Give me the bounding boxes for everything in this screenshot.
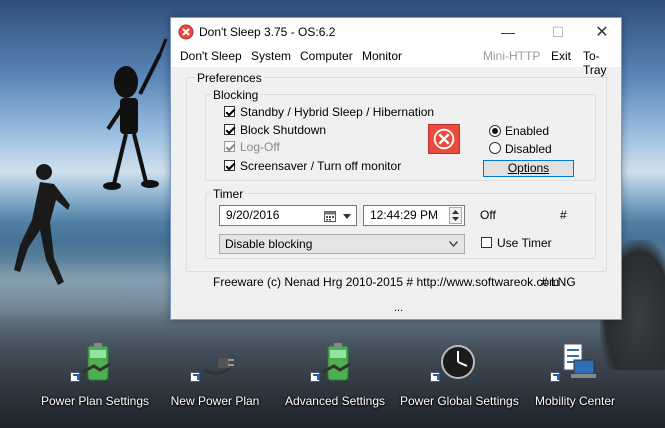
language-link[interactable]: # LNG xyxy=(541,275,576,289)
timer-hash: # xyxy=(560,208,567,222)
power-plug-icon xyxy=(203,358,234,375)
minimize-button[interactable]: — xyxy=(485,18,531,47)
battery-plug-icon xyxy=(81,343,111,381)
shortcut-arrow-icon xyxy=(190,372,200,382)
checkbox-screensaver[interactable]: Screensaver / Turn off monitor xyxy=(224,159,444,175)
maximize-button[interactable]: ☐ xyxy=(535,18,581,47)
runner-silhouette xyxy=(14,164,70,285)
menu-dont-sleep[interactable]: Don't Sleep xyxy=(180,49,242,63)
date-picker[interactable]: 9/20/2016 xyxy=(219,205,357,226)
checkbox-use-timer[interactable]: Use Timer xyxy=(481,236,571,252)
title-bar[interactable]: Don't Sleep 3.75 - OS:6.2 — ☐ ✕ xyxy=(171,18,621,47)
shortcut-arrow-icon xyxy=(430,372,440,382)
stick-figure-illustration xyxy=(103,38,168,190)
menu-mini-http[interactable]: Mini-HTTP xyxy=(483,49,540,63)
timer-action-select[interactable]: Disable blocking xyxy=(219,234,465,254)
time-input[interactable]: 12:44:29 PM xyxy=(363,205,465,226)
dont-sleep-window: Don't Sleep 3.75 - OS:6.2 — ☐ ✕ Don't Sl… xyxy=(170,17,622,320)
disabled-label: Disabled xyxy=(505,142,552,156)
stop-blocking-icon[interactable] xyxy=(428,124,460,154)
menu-bar: Don't Sleep System Computer Monitor Mini… xyxy=(171,47,621,77)
preferences-label: Preferences xyxy=(195,71,264,85)
spin-up-icon[interactable] xyxy=(452,210,459,214)
desktop-icon-label: New Power Plan xyxy=(170,394,260,408)
enabled-label: Enabled xyxy=(505,124,550,138)
blocking-label: Blocking xyxy=(211,88,261,102)
menu-exit[interactable]: Exit xyxy=(551,49,571,63)
desktop-icon-label: Advanced Settings xyxy=(284,394,386,408)
chevron-down-icon[interactable] xyxy=(343,214,351,219)
menu-monitor[interactable]: Monitor xyxy=(362,49,402,63)
disabled-radio[interactable] xyxy=(489,142,501,154)
timer-status: Off xyxy=(480,208,496,222)
standby-label: Standby / Hybrid Sleep / Hibernation xyxy=(240,105,435,119)
footer-credit: Freeware (c) Nenad Hrg 2010-2015 # http:… xyxy=(213,275,560,289)
shortcut-arrow-icon xyxy=(310,372,320,382)
app-stop-icon xyxy=(178,24,194,40)
shortcut-arrow-icon xyxy=(550,372,560,382)
battery-plug-icon xyxy=(321,343,351,381)
log-off-checkbox[interactable] xyxy=(224,141,235,152)
checkbox-standby[interactable]: Standby / Hybrid Sleep / Hibernation xyxy=(224,105,444,121)
resize-grip[interactable]: ... xyxy=(394,302,403,314)
desktop-icon-label: Power Plan Settings xyxy=(40,394,150,408)
use-timer-label: Use Timer xyxy=(497,236,552,250)
calendar-icon[interactable] xyxy=(324,210,336,222)
options-button[interactable]: Options xyxy=(483,160,574,177)
shortcut-arrow-icon xyxy=(70,372,80,382)
menu-to-tray[interactable]: To-Tray xyxy=(583,49,621,77)
log-off-label: Log-Off xyxy=(240,140,280,154)
options-button-label: Options xyxy=(507,161,550,175)
close-button[interactable]: ✕ xyxy=(579,18,625,47)
window-title: Don't Sleep 3.75 - OS:6.2 xyxy=(199,25,336,39)
timer-action-value: Disable blocking xyxy=(225,237,313,251)
time-value: 12:44:29 PM xyxy=(370,208,439,222)
block-shutdown-checkbox[interactable] xyxy=(224,124,235,135)
screensaver-checkbox[interactable] xyxy=(224,160,235,171)
checkbox-block-shutdown[interactable]: Block Shutdown xyxy=(224,123,444,139)
enabled-radio[interactable] xyxy=(489,125,501,137)
date-value: 9/20/2016 xyxy=(226,208,280,222)
time-spinner[interactable] xyxy=(449,207,462,224)
desktop-icon-label: Mobility Center xyxy=(534,394,616,408)
clock-icon xyxy=(441,345,475,379)
menu-computer[interactable]: Computer xyxy=(300,49,353,63)
checkbox-log-off[interactable]: Log-Off xyxy=(224,140,444,156)
mobility-center-icon xyxy=(563,343,596,378)
spin-down-icon[interactable] xyxy=(452,217,459,221)
block-shutdown-label: Block Shutdown xyxy=(240,123,327,137)
desktop-icon-label: Power Global Settings xyxy=(400,394,519,408)
timer-label: Timer xyxy=(211,187,246,201)
screensaver-label: Screensaver / Turn off monitor xyxy=(240,159,402,173)
chevron-down-icon xyxy=(449,241,458,247)
use-timer-checkbox[interactable] xyxy=(481,237,492,248)
standby-checkbox[interactable] xyxy=(224,106,235,117)
menu-system[interactable]: System xyxy=(251,49,291,63)
